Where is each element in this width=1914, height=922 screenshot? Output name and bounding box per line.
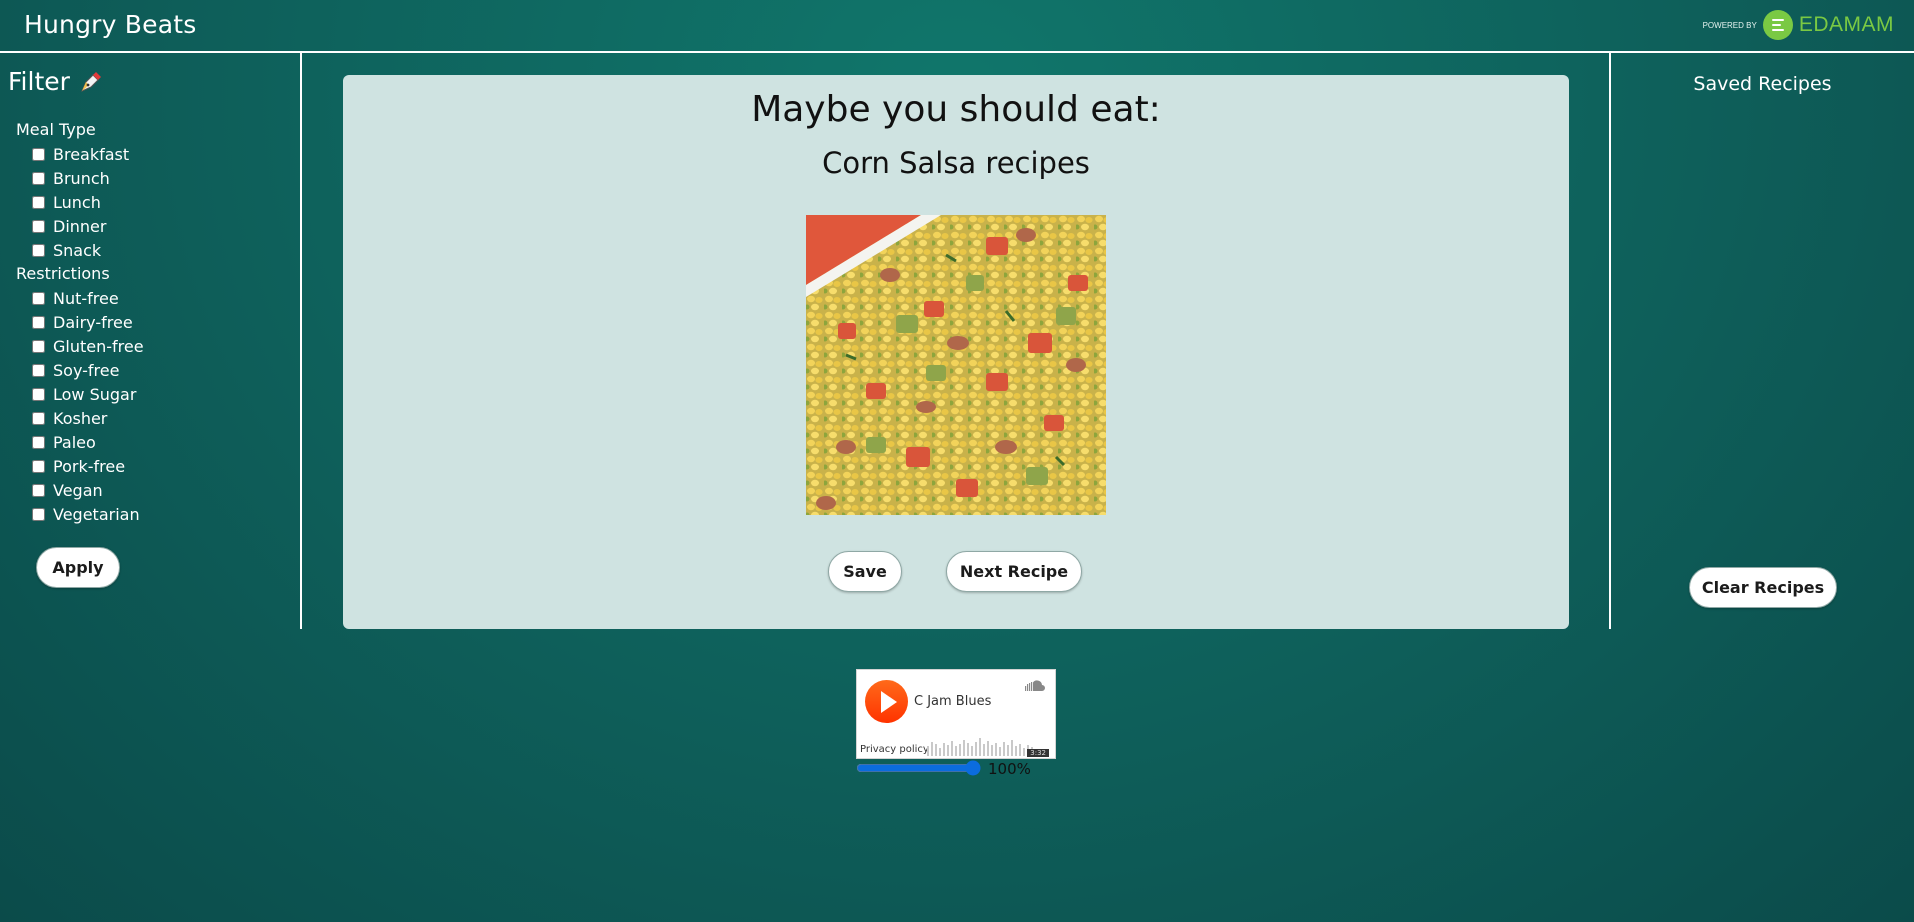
checkbox[interactable] — [32, 507, 45, 521]
restriction-pork-free[interactable]: Pork-free — [32, 456, 125, 476]
checkbox[interactable] — [32, 411, 45, 425]
waveform[interactable] — [927, 734, 1037, 756]
volume-slider[interactable] — [856, 763, 981, 773]
powered-by-label: POWERED BY — [1702, 20, 1757, 30]
restriction-gluten-free[interactable]: Gluten-free — [32, 336, 144, 356]
restriction-vegetarian[interactable]: Vegetarian — [32, 504, 140, 524]
checkbox[interactable] — [32, 435, 45, 449]
meal-type-brunch[interactable]: Brunch — [32, 168, 110, 188]
restrictions-label: Restrictions — [16, 264, 110, 283]
checkbox[interactable] — [32, 459, 45, 473]
track-duration: 3:32 — [1027, 749, 1049, 757]
edamam-brand: EDAMAM — [1798, 13, 1894, 36]
restriction-kosher[interactable]: Kosher — [32, 408, 107, 428]
restriction-low-sugar[interactable]: Low Sugar — [32, 384, 136, 404]
pen-icon — [80, 71, 101, 92]
meal-type-label: Meal Type — [16, 120, 96, 139]
restriction-soy-free[interactable]: Soy-free — [32, 360, 119, 380]
checkbox[interactable] — [32, 195, 45, 209]
meal-type-snack[interactable]: Snack — [32, 240, 101, 260]
powered-by-edamam[interactable]: POWERED BY EDAMAM — [1703, 10, 1894, 40]
restriction-vegan[interactable]: Vegan — [32, 480, 103, 500]
meal-type-lunch[interactable]: Lunch — [32, 192, 101, 212]
soundcloud-icon[interactable] — [1025, 680, 1047, 692]
music-player: C Jam Blues Privacy policy 3:32 — [856, 669, 1056, 759]
checkbox[interactable] — [32, 363, 45, 377]
recipe-name: Corn Salsa recipes — [822, 146, 1090, 180]
meal-type-breakfast[interactable]: Breakfast — [32, 144, 129, 164]
meal-type-dinner[interactable]: Dinner — [32, 216, 106, 236]
filter-sidebar: Filter Meal Type Breakfast Brunch Lunch … — [0, 53, 302, 629]
filter-title: Filter — [8, 67, 70, 96]
recipe-card: Maybe you should eat: Corn Salsa recipes — [343, 75, 1569, 629]
save-button[interactable]: Save — [828, 551, 902, 592]
volume-label: 100% — [988, 760, 1031, 778]
privacy-policy-link[interactable]: Privacy policy — [860, 744, 929, 755]
checkbox[interactable] — [32, 315, 45, 329]
restriction-nut-free[interactable]: Nut-free — [32, 288, 119, 308]
clear-recipes-button[interactable]: Clear Recipes — [1689, 567, 1837, 608]
restriction-dairy-free[interactable]: Dairy-free — [32, 312, 133, 332]
restriction-paleo[interactable]: Paleo — [32, 432, 96, 452]
checkbox[interactable] — [32, 243, 45, 257]
checkbox[interactable] — [32, 339, 45, 353]
checkbox[interactable] — [32, 483, 45, 497]
play-icon[interactable] — [865, 680, 908, 723]
filter-heading: Filter — [8, 67, 104, 96]
saved-recipes-sidebar: Saved Recipes Clear Recipes — [1609, 53, 1914, 629]
next-recipe-button[interactable]: Next Recipe — [946, 551, 1082, 592]
checkbox[interactable] — [32, 291, 45, 305]
checkbox[interactable] — [32, 219, 45, 233]
app-header: Hungry Beats POWERED BY EDAMAM — [0, 0, 1914, 53]
edamam-logo-icon — [1762, 10, 1793, 40]
checkbox[interactable] — [32, 171, 45, 185]
track-title[interactable]: C Jam Blues — [914, 694, 991, 709]
checkbox[interactable] — [32, 387, 45, 401]
recipe-image — [806, 215, 1106, 515]
apply-button[interactable]: Apply — [36, 547, 120, 588]
suggestion-heading: Maybe you should eat: — [751, 89, 1161, 130]
saved-recipes-title: Saved Recipes — [1693, 73, 1832, 95]
app-title: Hungry Beats — [24, 10, 197, 39]
checkbox[interactable] — [32, 147, 45, 161]
